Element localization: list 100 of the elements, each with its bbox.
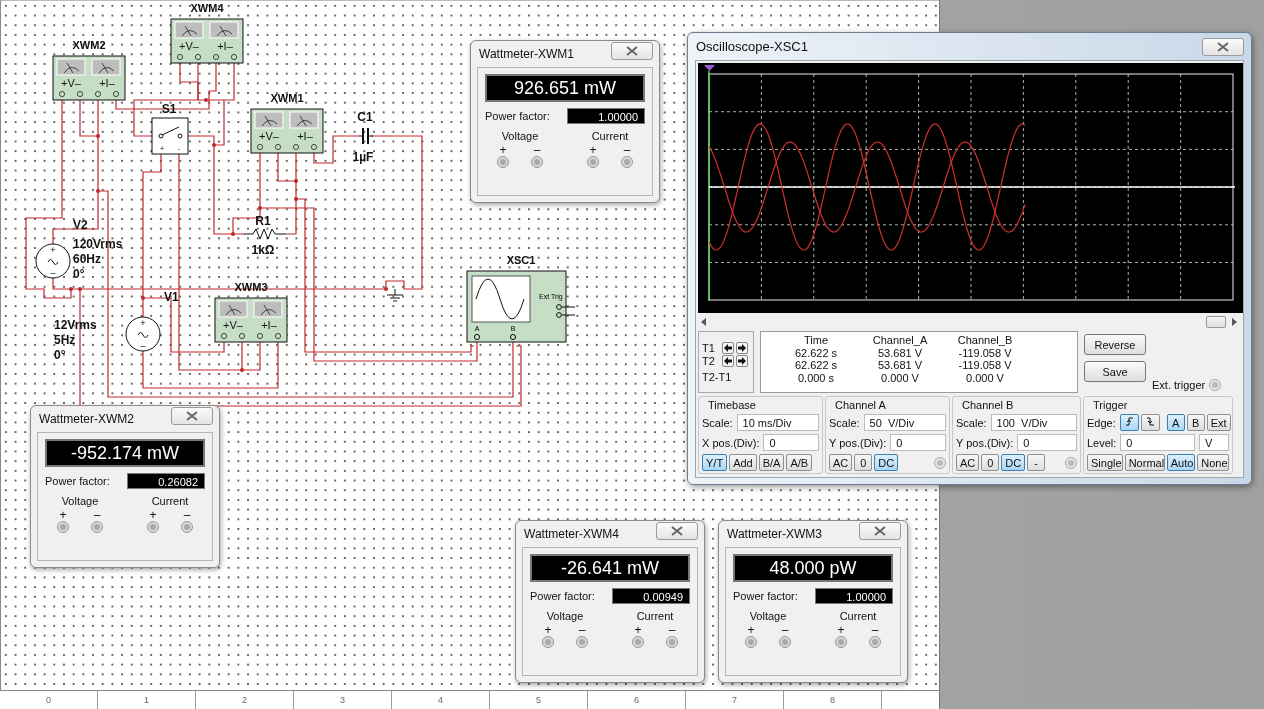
close-button[interactable] xyxy=(1202,37,1244,56)
falling-edge-icon xyxy=(1144,416,1156,427)
table-cell-text: 0.000 V xyxy=(880,371,920,384)
oscilloscope-symbol[interactable] xyxy=(466,270,576,343)
wattmeter-symbol[interactable] xyxy=(52,55,126,101)
trigger-mode-button[interactable]: None xyxy=(1197,454,1229,471)
ac-source-symbol[interactable] xyxy=(35,243,71,279)
close-icon xyxy=(186,411,198,421)
terminal-icon xyxy=(542,636,554,648)
source-parameter: 120Vrms xyxy=(73,237,123,251)
trigger-source-button[interactable]: B xyxy=(1186,414,1205,431)
trigger-mode-button[interactable]: Auto xyxy=(1166,454,1196,471)
pin-sign: – xyxy=(140,341,146,351)
terminal-sign: – xyxy=(533,144,541,156)
position-label: Y pos.(Div): xyxy=(829,436,887,449)
close-icon xyxy=(874,526,886,536)
close-icon xyxy=(671,526,683,536)
level-field[interactable]: 0 xyxy=(1120,434,1195,451)
position-field[interactable]: 0 xyxy=(890,434,946,451)
cursor-left-button[interactable] xyxy=(722,354,734,367)
ruler-number: 2 xyxy=(242,695,247,705)
cursor-marker-icon[interactable] xyxy=(704,65,715,71)
ac-source-symbol[interactable] xyxy=(125,316,161,352)
mode-button[interactable]: Y/T xyxy=(702,454,728,471)
current-pin-label: +I– xyxy=(99,77,115,89)
voltage-pin-label: +V– xyxy=(179,40,199,52)
scale-field[interactable]: 50 V/Div xyxy=(863,414,946,431)
close-button[interactable] xyxy=(859,522,901,540)
terminal-sign: + xyxy=(837,624,845,636)
scroll-left-icon[interactable] xyxy=(701,318,707,326)
cursor-left-button[interactable] xyxy=(722,341,734,354)
terminal-sign: – xyxy=(578,624,586,636)
scroll-right-icon[interactable] xyxy=(1232,318,1238,326)
terminal-icon xyxy=(91,521,103,533)
mode-button[interactable]: A/B xyxy=(786,454,813,471)
component-label: V2 xyxy=(73,218,88,232)
terminal-sign: + xyxy=(149,509,157,521)
unit-field[interactable]: V xyxy=(1199,434,1229,451)
group-title: Channel A xyxy=(834,399,887,411)
wattmeter-symbol[interactable] xyxy=(250,108,324,154)
trigger-mode-button[interactable]: Normal xyxy=(1124,454,1165,471)
resistor-symbol[interactable] xyxy=(242,228,287,240)
trigger-mode-button[interactable]: Single xyxy=(1087,454,1123,471)
position-field[interactable]: 0 xyxy=(1017,434,1077,451)
trigger-source-button[interactable]: Ext xyxy=(1206,414,1231,431)
wattmeter-symbol[interactable] xyxy=(170,18,244,64)
junction-dot xyxy=(96,134,100,138)
component-label: XWM3 xyxy=(234,281,268,293)
table-cell-text: 62.622 s xyxy=(793,346,839,359)
terminal-sign: – xyxy=(668,624,676,636)
terminal-icon xyxy=(576,636,588,648)
mode-button[interactable]: - xyxy=(1027,454,1046,471)
junction-dot xyxy=(141,296,145,300)
terminal-icon xyxy=(869,636,881,648)
edge-button[interactable] xyxy=(1140,414,1160,431)
table-cell-text: -119.058 V xyxy=(957,346,1013,359)
rising-edge-icon xyxy=(1123,416,1135,427)
mode-button[interactable]: 0 xyxy=(981,454,1000,471)
scale-field[interactable]: 10 ms/Div xyxy=(736,414,819,431)
close-button[interactable] xyxy=(171,407,213,425)
scale-label: Scale: xyxy=(829,416,860,429)
terminal-group-label: Voltage xyxy=(749,610,787,622)
reverse-button[interactable]: Reverse xyxy=(1084,334,1146,355)
cursor-right-button[interactable] xyxy=(736,341,748,354)
wattmeter-symbol[interactable] xyxy=(214,297,288,343)
terminal-sign: + xyxy=(634,624,642,636)
mode-button[interactable]: AC xyxy=(956,454,980,471)
mode-button[interactable]: B/A xyxy=(758,454,785,471)
component-value: 1kΩ xyxy=(251,243,275,257)
terminal-icon xyxy=(497,156,509,168)
component-label: R1 xyxy=(255,214,271,228)
terminal-sign: – xyxy=(623,144,631,156)
mode-button[interactable]: 0 xyxy=(854,454,873,471)
component-label: C1 xyxy=(357,110,373,124)
power-factor-label: Power factor: xyxy=(485,110,550,122)
cursor-right-button[interactable] xyxy=(736,354,748,367)
trigger-source-button[interactable]: A xyxy=(1166,414,1185,431)
terminal-group-label: Voltage xyxy=(546,610,584,622)
close-button[interactable] xyxy=(611,42,653,60)
scale-field[interactable]: 100 V/Div xyxy=(990,414,1077,431)
position-field[interactable]: 0 xyxy=(763,434,819,451)
window-title: Wattmeter-XWM4 xyxy=(524,527,619,541)
save-button[interactable]: Save xyxy=(1084,361,1146,382)
mode-button[interactable]: AC xyxy=(829,454,853,471)
mode-button[interactable]: DC xyxy=(1001,454,1026,471)
scroll-thumb[interactable] xyxy=(1206,316,1226,328)
table-cell-text: 53.681 V xyxy=(876,346,923,359)
capacitor-symbol[interactable] xyxy=(358,127,374,145)
mode-button[interactable]: Add xyxy=(729,454,757,471)
close-button[interactable] xyxy=(656,522,698,540)
edge-button[interactable] xyxy=(1119,414,1139,431)
mode-button[interactable]: DC xyxy=(874,454,899,471)
terminal-group-label: Voltage xyxy=(501,130,539,142)
switch-symbol[interactable] xyxy=(151,117,189,155)
radio-indicator-icon xyxy=(1209,379,1222,391)
junction-dot xyxy=(384,287,388,291)
terminal-icon xyxy=(531,156,543,168)
ground-symbol[interactable] xyxy=(386,288,404,302)
junction-dot xyxy=(231,232,235,236)
power-factor-value: 0.00949 xyxy=(612,588,690,604)
